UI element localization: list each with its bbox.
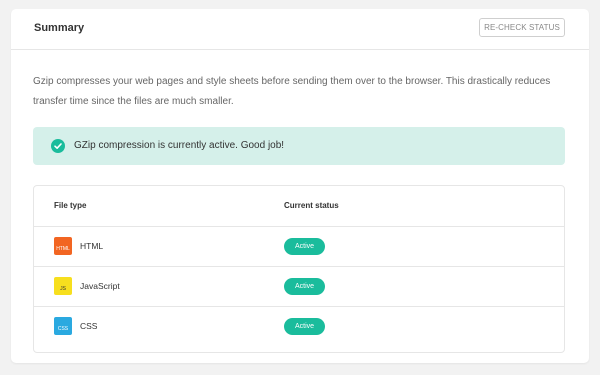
column-header-file-type: File type <box>54 201 87 210</box>
table-row-javascript: JS JavaScript Active <box>34 267 564 307</box>
card-header: Summary RE-CHECK STATUS <box>11 9 589 50</box>
file-name: JavaScript <box>80 281 120 291</box>
table-row-css: CSS CSS Active <box>34 307 564 346</box>
status-badge: Active <box>284 318 325 335</box>
table-row-html: HTML HTML Active <box>34 227 564 267</box>
summary-card: Summary RE-CHECK STATUS Gzip compresses … <box>11 9 589 363</box>
css-file-icon: CSS <box>54 317 72 335</box>
notice-text: GZip compression is currently active. Go… <box>74 140 285 151</box>
status-badge: Active <box>284 238 325 255</box>
javascript-file-icon: JS <box>54 277 72 295</box>
file-name: CSS <box>80 321 98 331</box>
intro-text: Gzip compresses your web pages and style… <box>33 76 551 107</box>
column-header-current-status: Current status <box>284 201 339 210</box>
check-circle-icon <box>51 139 65 153</box>
html-file-icon: HTML <box>54 237 72 255</box>
file-name: HTML <box>80 241 104 251</box>
status-badge: Active <box>284 278 325 295</box>
file-status-table: File type Current status HTML HTML Activ… <box>33 185 565 353</box>
page-title: Summary <box>34 22 85 34</box>
table-header: File type Current status <box>34 186 564 227</box>
recheck-status-button[interactable]: RE-CHECK STATUS <box>479 18 565 37</box>
success-notice: GZip compression is currently active. Go… <box>33 127 565 165</box>
